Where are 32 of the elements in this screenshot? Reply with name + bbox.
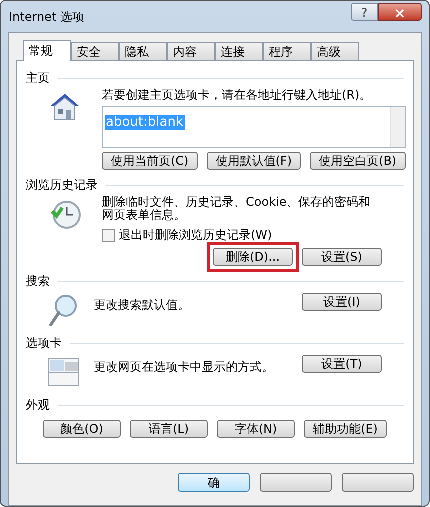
tab[interactable]: 常规 xyxy=(23,40,71,61)
dialog-button[interactable]: 颜色(O) xyxy=(43,420,122,438)
description-text: 删除临时文件、历史记录、Cookie、保存的密码和网页表单信息。 xyxy=(102,196,372,222)
description-text: 若要创建主页选项卡，请在各地址行键入地址(R)。 xyxy=(102,89,373,102)
dialog-button[interactable]: 使用空白页(B) xyxy=(310,152,406,170)
dialog-button[interactable]: 设置(T) xyxy=(302,355,382,373)
dialog-button[interactable]: 字体(N) xyxy=(217,420,296,438)
dialog-button[interactable]: 删除(D)... xyxy=(213,248,293,266)
description-text: 更改网页在选项卡中显示的方式。 xyxy=(94,359,275,376)
group-title: 外观 xyxy=(26,397,50,414)
group-title: 浏览历史记录 xyxy=(26,177,98,194)
checkbox-label: 退出时删除浏览历史记录(W) xyxy=(119,227,272,244)
window-title: Internet 选项 xyxy=(8,8,86,26)
dialog-button[interactable]: 设置(S) xyxy=(302,248,382,266)
group-title: 搜索 xyxy=(26,273,50,290)
tab[interactable]: 隐私 xyxy=(119,42,167,60)
tab[interactable]: 连接 xyxy=(215,42,263,60)
close-button[interactable]: × xyxy=(378,2,422,20)
tab[interactable]: 安全 xyxy=(71,42,119,60)
dialog-button[interactable]: 确 xyxy=(178,473,250,492)
description-text: 更改搜索默认值。 xyxy=(94,297,191,314)
dialog-button[interactable]: 辅助功能(E) xyxy=(304,420,387,438)
help-button[interactable]: ? xyxy=(351,2,378,20)
tab[interactable]: 高级 xyxy=(311,42,359,60)
dialog-button[interactable]: 使用默认值(F) xyxy=(206,152,302,170)
dialog-button[interactable]: 使用当前页(C) xyxy=(102,152,198,170)
dialog-button[interactable]: 设置(I) xyxy=(302,293,382,311)
dialog-button[interactable]: 语言(L) xyxy=(130,420,208,438)
group-title: 选项卡 xyxy=(26,335,62,352)
tab[interactable]: 程序 xyxy=(263,42,311,60)
group-title: 主页 xyxy=(26,70,50,87)
tab[interactable]: 内容 xyxy=(167,42,215,60)
